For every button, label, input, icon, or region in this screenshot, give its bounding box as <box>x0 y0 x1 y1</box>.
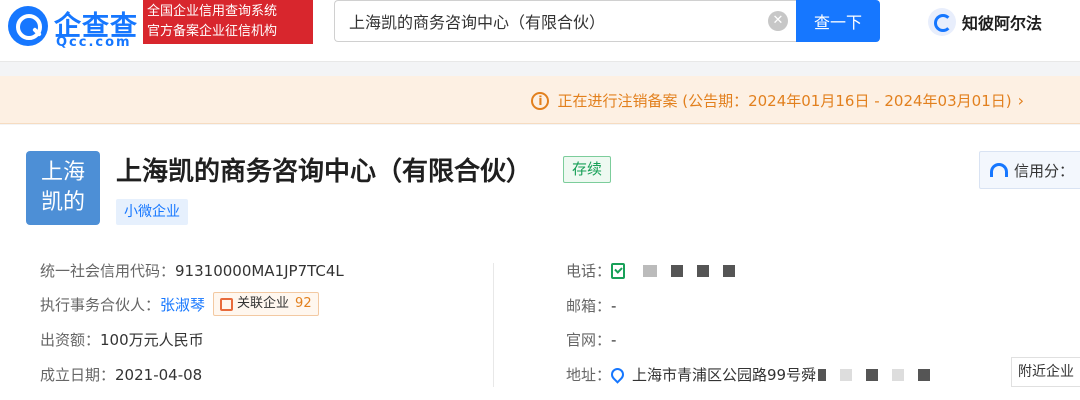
credit-label: 信用分： <box>1014 162 1075 180</box>
nearby-companies-button[interactable]: 附近企业 <box>1011 357 1080 387</box>
search-input[interactable] <box>349 1 769 41</box>
website-row: 官网： - <box>566 329 616 350</box>
company-card: 上海 凯的 上海凯的商务咨询中心（有限合伙） 存续 小微企业 信用分： 统一社会… <box>0 125 1080 400</box>
search-button[interactable]: 查一下 <box>796 0 880 42</box>
related-count: 92 <box>295 296 312 311</box>
column-divider <box>493 263 494 387</box>
company-logo-line2: 凯的 <box>40 190 85 215</box>
status-badge: 存续 <box>563 156 612 183</box>
qcc-logo[interactable]: 企查查 Qcc.com <box>8 4 140 52</box>
email-row: 邮箱： - <box>566 295 616 316</box>
partner-label: 执行事务合伙人： <box>40 295 161 314</box>
credit-score-button[interactable]: 信用分： <box>979 151 1080 189</box>
partner-link[interactable]: 知彼阿尔法 <box>924 2 1064 40</box>
chevron-right-icon: › <box>1017 91 1024 110</box>
partner-label: 知彼阿尔法 <box>962 14 1043 33</box>
gauge-icon <box>990 163 1008 177</box>
info-icon: i <box>531 91 550 110</box>
company-name: 上海凯的商务咨询中心（有限合伙） <box>116 157 533 187</box>
credit-code-row: 统一社会信用代码： 91310000MA1JP7TC4L <box>40 260 344 281</box>
location-pin-icon <box>608 365 627 384</box>
related-companies-tag[interactable]: 关联企业 92 <box>213 292 319 316</box>
redacted-mask <box>840 368 853 381</box>
redacted-mask <box>918 368 931 381</box>
founded-label: 成立日期： <box>40 366 116 384</box>
brand-badge: 全国企业信用查询系统 官方备案企业征信机构 <box>143 0 313 44</box>
verified-phone-icon <box>611 262 626 279</box>
address-row: 地址： 上海市青浦区公园路99号舜 <box>566 364 944 385</box>
address-value: 上海市青浦区公园路99号舜 <box>632 366 817 384</box>
top-header: 企查查 Qcc.com 全国企业信用查询系统 官方备案企业征信机构 ✕ 查一下 … <box>0 0 1080 62</box>
redacted-mask <box>643 264 658 277</box>
website-value: - <box>611 330 617 349</box>
email-value: - <box>611 296 617 315</box>
alpha-logo-icon <box>928 8 956 36</box>
address-label: 地址： <box>566 366 612 384</box>
partner-row: 执行事务合伙人： 张淑琴 关联企业 92 <box>40 292 319 316</box>
brand-badge-line2: 官方备案企业征信机构 <box>147 24 278 39</box>
search-box: ✕ <box>334 0 796 42</box>
qcc-logo-icon <box>8 6 48 46</box>
related-label: 关联企业 <box>237 296 290 311</box>
phone-label: 电话： <box>566 262 612 280</box>
company-logo-line1: 上海 <box>40 160 85 185</box>
clear-icon[interactable]: ✕ <box>768 11 788 31</box>
website-label: 官网： <box>566 331 612 349</box>
founded-value: 2021-04-08 <box>115 365 203 384</box>
brand-badge-line1: 全国企业信用查询系统 <box>147 4 278 19</box>
redacted-mask <box>671 264 684 277</box>
capital-value: 100万元人民币 <box>100 331 204 349</box>
credit-code-label: 统一社会信用代码： <box>40 262 176 280</box>
logo-subtext: Qcc.com <box>56 35 132 50</box>
founded-row: 成立日期： 2021-04-08 <box>40 364 202 385</box>
redacted-mask <box>723 264 736 277</box>
scale-tag[interactable]: 小微企业 <box>116 199 188 225</box>
company-logo: 上海 凯的 <box>26 151 100 225</box>
partner-link[interactable]: 张淑琴 <box>160 294 205 315</box>
redacted-mask <box>892 368 905 381</box>
email-label: 邮箱： <box>566 297 612 315</box>
redacted-mask <box>866 368 879 381</box>
phone-row: 电话： <box>566 260 749 281</box>
capital-label: 出资额： <box>40 331 101 349</box>
redacted-mask <box>697 264 710 277</box>
redacted-mask <box>818 368 827 381</box>
network-icon <box>220 297 234 311</box>
credit-code-value: 91310000MA1JP7TC4L <box>175 261 344 280</box>
notice-text: 正在进行注销备案 (公告期：2024年01月16日 - 2024年03月01日) <box>557 92 1012 110</box>
deregistration-notice[interactable]: i 正在进行注销备案 (公告期：2024年01月16日 - 2024年03月01… <box>0 76 1080 124</box>
capital-row: 出资额： 100万元人民币 <box>40 329 204 350</box>
